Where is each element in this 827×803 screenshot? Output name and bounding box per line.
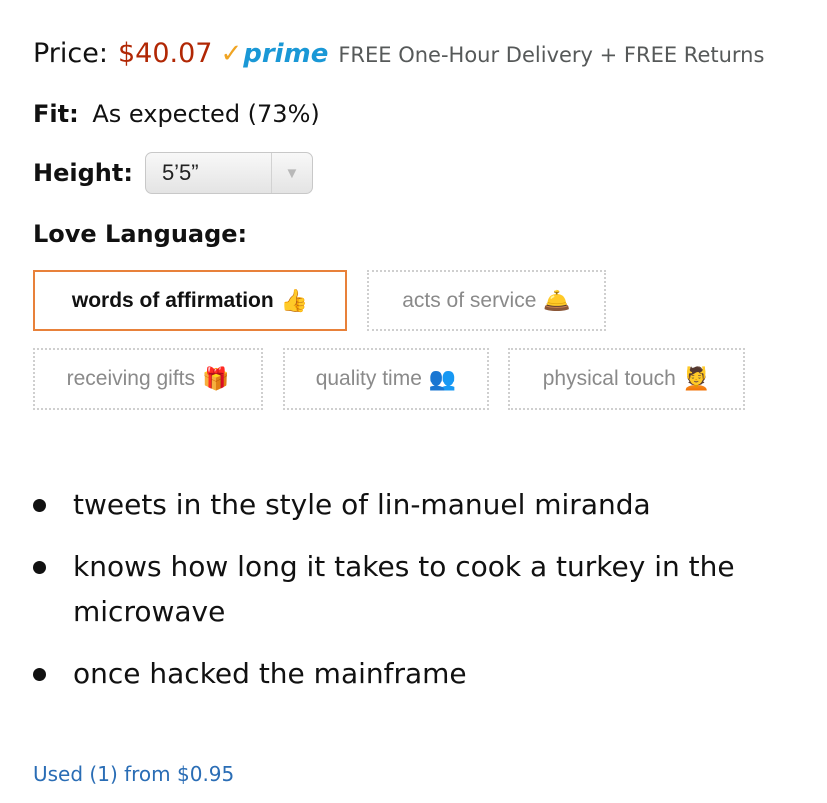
fit-label: Fit: — [33, 100, 79, 128]
bullet-text: once hacked the mainframe — [73, 657, 467, 690]
option-label: words of affirmation — [71, 288, 274, 312]
love-language-label: Love Language: — [33, 220, 248, 248]
height-selected-value: 5’5” — [161, 160, 199, 185]
bullet-icon — [33, 499, 46, 512]
option-label: receiving gifts — [66, 367, 195, 390]
list-item: knows how long it takes to cook a turkey… — [33, 544, 793, 634]
gift-icon: 🎁 — [201, 366, 230, 391]
love-language-option-quality-time[interactable]: quality time 👥 — [283, 348, 489, 410]
love-language-option-words-of-affirmation[interactable]: words of affirmation 👍 — [33, 270, 347, 331]
love-language-option-receiving-gifts[interactable]: receiving gifts 🎁 — [33, 348, 263, 410]
bullet-icon — [33, 561, 46, 574]
fit-row: Fit: As expected (73%) — [33, 100, 320, 128]
prime-check-icon: ✓ — [220, 39, 243, 69]
fit-value: As expected (73%) — [92, 100, 320, 128]
chevron-down-icon: ▼ — [270, 153, 312, 193]
height-dropdown[interactable]: 5’5” ▼ — [144, 152, 313, 194]
massage-icon: 💆 — [682, 366, 711, 391]
option-label: quality time — [315, 367, 422, 390]
height-row: Height: 5’5” ▼ — [33, 152, 313, 194]
bullet-icon — [33, 668, 46, 681]
price-row: Price: $40.07 ✓ prime FREE One-Hour Deli… — [33, 38, 764, 69]
love-language-option-physical-touch[interactable]: physical touch 💆 — [508, 348, 745, 410]
bullet-text: tweets in the style of lin-manuel mirand… — [73, 488, 651, 521]
option-label: acts of service — [402, 288, 537, 312]
product-detail-panel: Price: $40.07 ✓ prime FREE One-Hour Deli… — [0, 0, 827, 803]
list-item: tweets in the style of lin-manuel mirand… — [33, 482, 793, 527]
people-icon: 👥 — [428, 366, 457, 391]
list-item: once hacked the mainframe — [33, 651, 793, 696]
thumbs-up-icon: 👍 — [280, 287, 309, 313]
prime-logo: ✓ prime — [220, 39, 328, 69]
price-label: Price: — [33, 38, 108, 69]
love-language-option-acts-of-service[interactable]: acts of service 🛎️ — [367, 270, 606, 331]
service-bell-icon: 🛎️ — [543, 287, 571, 313]
used-offers-link[interactable]: Used (1) from $0.95 — [33, 762, 234, 786]
price-value: $40.07 — [117, 38, 213, 69]
option-label: physical touch — [542, 367, 676, 390]
delivery-info: FREE One-Hour Delivery + FREE Returns — [338, 43, 765, 67]
bullet-text: knows how long it takes to cook a turkey… — [73, 550, 735, 628]
height-label: Height: — [33, 159, 133, 187]
prime-text: prime — [243, 39, 329, 69]
feature-bullets: tweets in the style of lin-manuel mirand… — [33, 482, 793, 713]
